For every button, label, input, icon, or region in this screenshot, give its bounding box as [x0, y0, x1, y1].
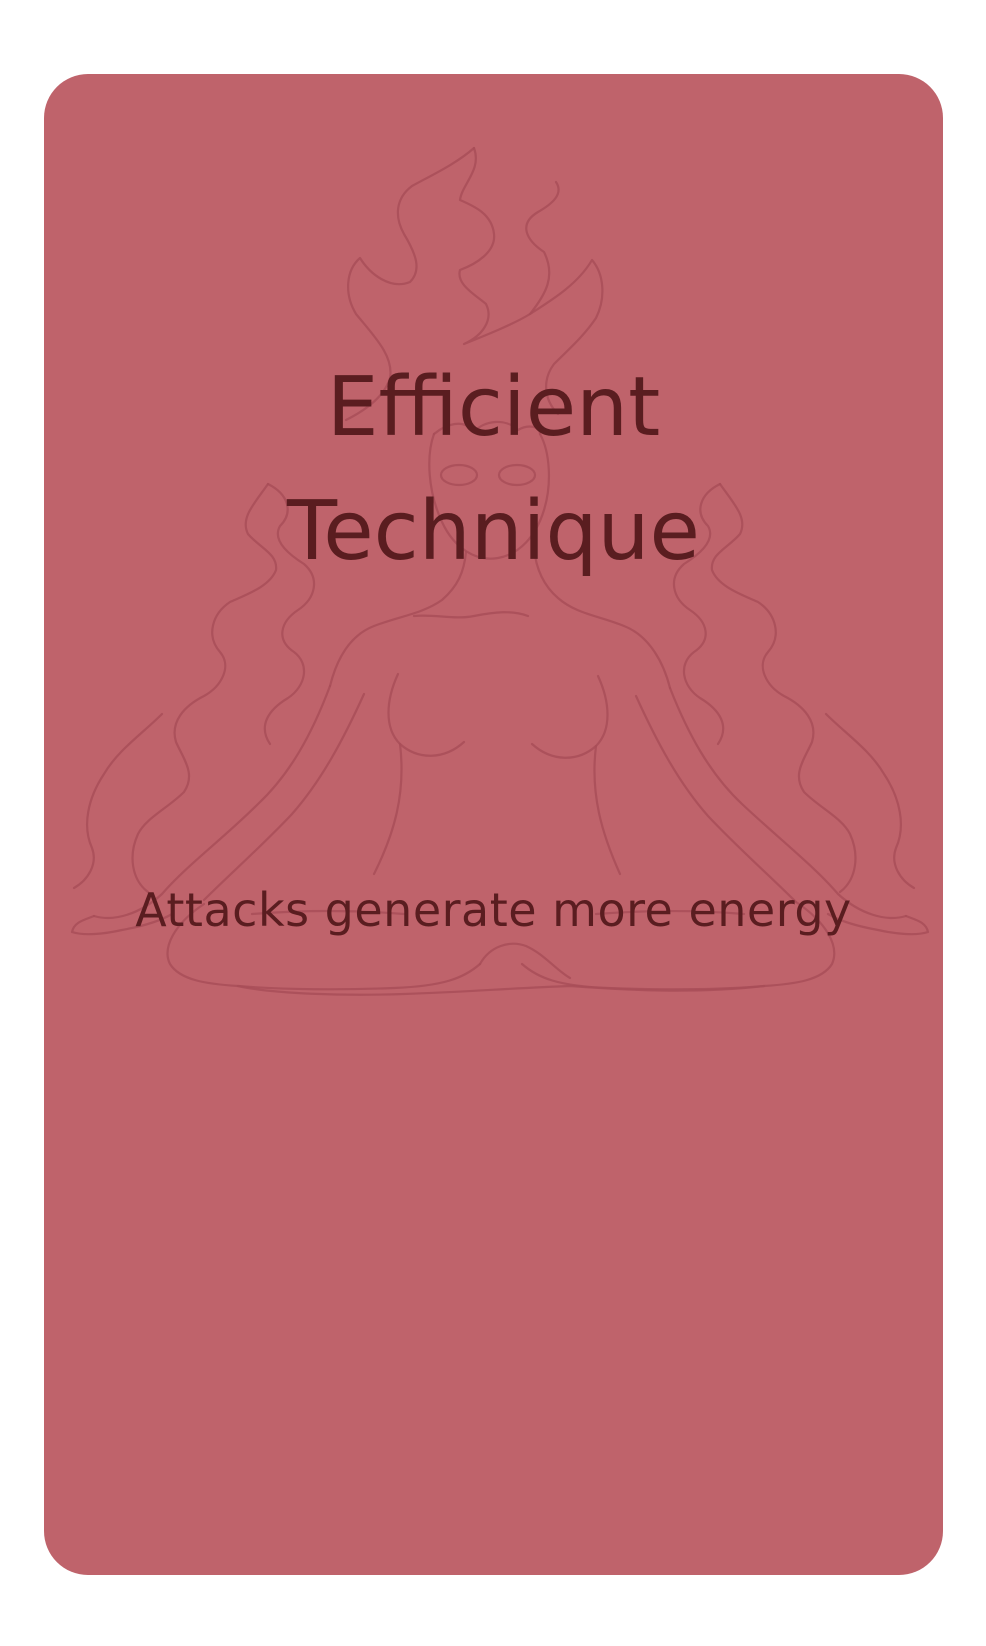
card-description: Attacks generate more energy [135, 883, 852, 937]
top-flame [458, 146, 560, 346]
card-title-line-1: Efficient [326, 360, 661, 455]
meditating-figure-flames-illustration [70, 146, 930, 996]
card-title: Efficient Technique [44, 346, 943, 594]
card-title-line-2: Technique [287, 484, 700, 579]
card: Efficient Technique Attacks generate mor… [44, 74, 943, 1575]
